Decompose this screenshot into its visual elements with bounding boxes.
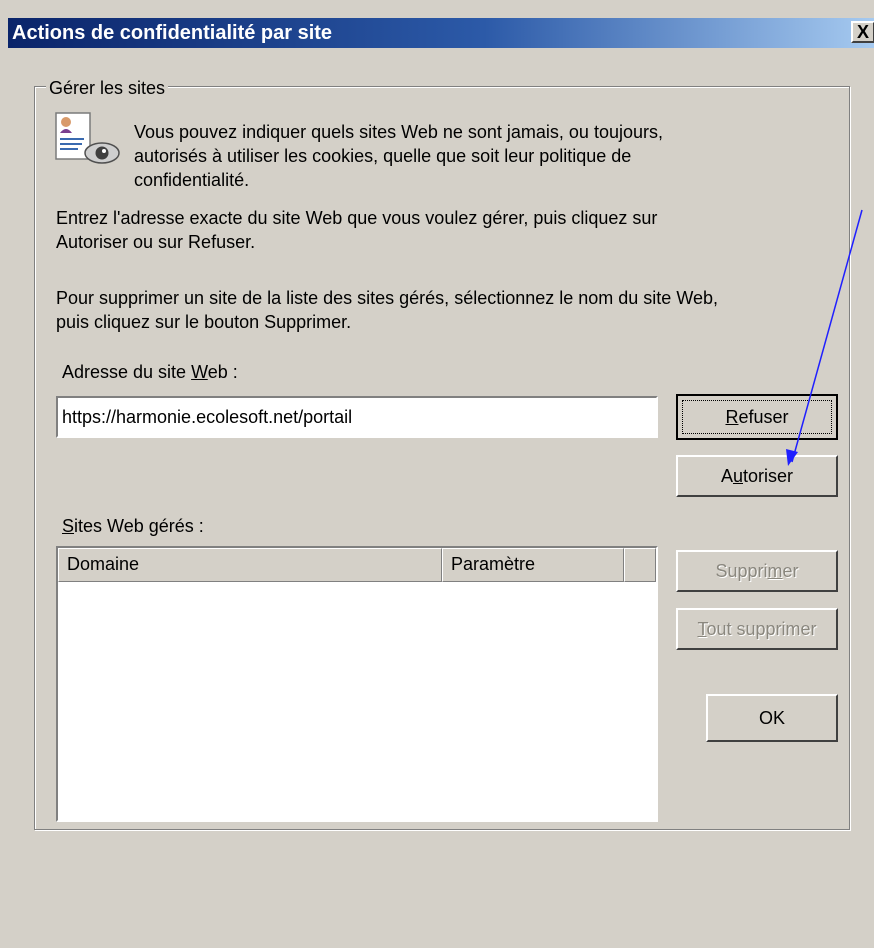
annotation-arrow [786, 209, 863, 466]
privacy-dialog: Actions de confidentialité par site X Gé… [0, 0, 874, 948]
